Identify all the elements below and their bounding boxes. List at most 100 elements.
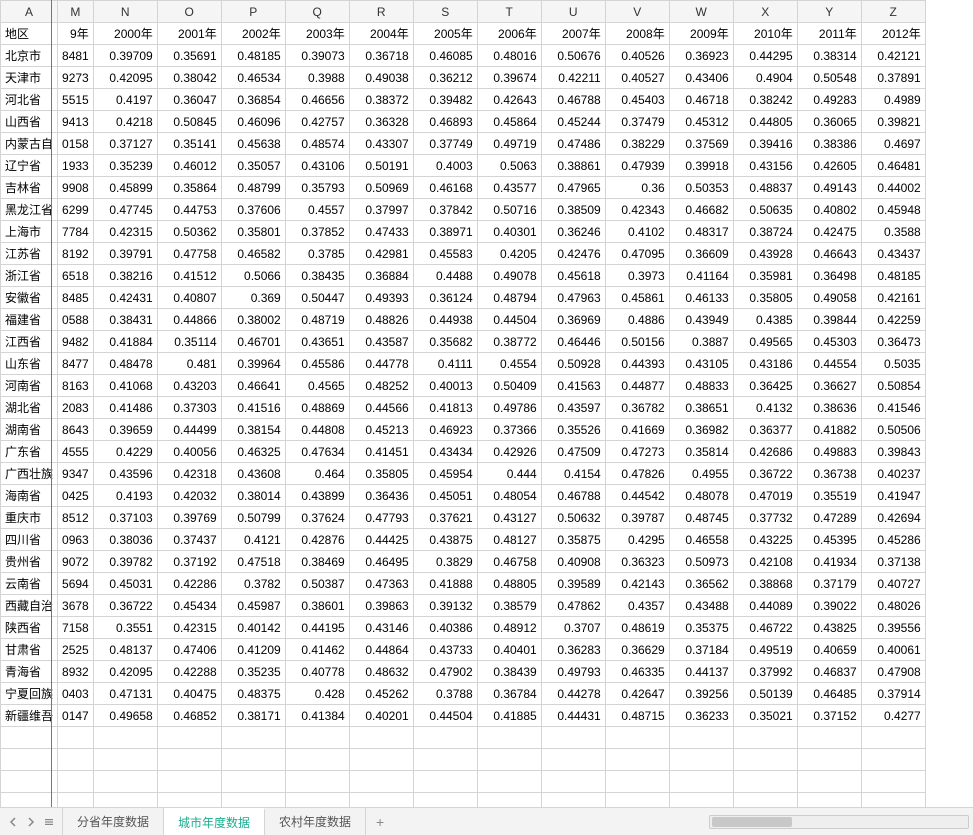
data-cell[interactable]: 0.40802 <box>797 199 861 221</box>
data-cell[interactable]: 0.4205 <box>477 243 541 265</box>
data-cell[interactable]: 0.36722 <box>733 463 797 485</box>
data-cell[interactable]: 0.45244 <box>541 111 605 133</box>
region-cell[interactable]: 北京市 <box>1 45 58 67</box>
empty-cell[interactable] <box>58 771 94 793</box>
header-cell-year[interactable]: 2010年 <box>733 23 797 45</box>
data-cell[interactable]: 0.45583 <box>413 243 477 265</box>
data-cell[interactable]: 0.37606 <box>221 199 285 221</box>
data-cell[interactable]: 0.43406 <box>669 67 733 89</box>
data-cell[interactable]: 0.46558 <box>669 529 733 551</box>
data-cell[interactable]: 0.44554 <box>797 353 861 375</box>
data-cell[interactable]: 0.46096 <box>221 111 285 133</box>
empty-cell[interactable] <box>285 749 349 771</box>
data-cell[interactable]: 0.41885 <box>477 705 541 727</box>
data-cell[interactable]: 0.50676 <box>541 45 605 67</box>
data-cell[interactable]: 0.4385 <box>733 309 797 331</box>
empty-cell[interactable] <box>349 793 413 808</box>
data-cell[interactable]: 0.38651 <box>669 397 733 419</box>
data-cell[interactable]: 0.3785 <box>285 243 349 265</box>
data-cell[interactable]: 0.39659 <box>93 419 157 441</box>
data-cell[interactable]: 0.3829 <box>413 551 477 573</box>
data-cell[interactable]: 0.35691 <box>157 45 221 67</box>
data-cell[interactable]: 0.46085 <box>413 45 477 67</box>
data-cell[interactable]: 0.42686 <box>733 441 797 463</box>
empty-cell[interactable] <box>733 749 797 771</box>
data-cell[interactable]: 0.40659 <box>797 639 861 661</box>
data-cell[interactable]: 0.36782 <box>605 397 669 419</box>
data-cell[interactable]: 0.36124 <box>413 287 477 309</box>
data-cell[interactable]: 0.47826 <box>605 463 669 485</box>
data-cell[interactable]: 0.41813 <box>413 397 477 419</box>
data-cell[interactable]: 0.39674 <box>477 67 541 89</box>
data-cell[interactable]: 0.38386 <box>797 133 861 155</box>
data-cell[interactable]: 0.47433 <box>349 221 413 243</box>
data-cell[interactable]: 0.44393 <box>605 353 669 375</box>
data-cell[interactable]: 0.37992 <box>733 661 797 683</box>
data-cell[interactable]: 0.47509 <box>541 441 605 463</box>
data-cell[interactable]: 0.36212 <box>413 67 477 89</box>
data-cell[interactable]: 0.46837 <box>797 661 861 683</box>
data-cell[interactable]: 0.41384 <box>285 705 349 727</box>
data-cell[interactable]: 0.42643 <box>477 89 541 111</box>
data-cell[interactable]: 0.3707 <box>541 617 605 639</box>
data-cell[interactable]: 0.4989 <box>861 89 925 111</box>
data-cell[interactable]: 0.42161 <box>861 287 925 309</box>
data-cell[interactable]: 0.37437 <box>157 529 221 551</box>
data-cell[interactable]: 0.43733 <box>413 639 477 661</box>
data-cell[interactable]: 0.39556 <box>861 617 925 639</box>
data-cell[interactable]: 0.369 <box>221 287 285 309</box>
region-cell[interactable]: 吉林省 <box>1 177 58 199</box>
empty-cell[interactable] <box>605 793 669 808</box>
header-cell-region[interactable]: 地区 <box>1 23 58 45</box>
empty-cell[interactable] <box>797 771 861 793</box>
column-header[interactable]: X <box>733 1 797 23</box>
data-cell[interactable]: 0.36 <box>605 177 669 199</box>
data-cell[interactable]: 0.42032 <box>157 485 221 507</box>
empty-cell[interactable] <box>541 727 605 749</box>
data-cell[interactable]: 0.43949 <box>669 309 733 331</box>
data-cell[interactable]: 0.47406 <box>157 639 221 661</box>
column-header[interactable]: T <box>477 1 541 23</box>
tab-nav-prev[interactable] <box>6 815 20 829</box>
data-cell[interactable]: 0.42121 <box>861 45 925 67</box>
empty-cell[interactable] <box>605 727 669 749</box>
data-cell[interactable]: 0.41884 <box>93 331 157 353</box>
data-cell[interactable]: 0.47363 <box>349 573 413 595</box>
data-cell[interactable]: 0.46012 <box>157 155 221 177</box>
data-cell[interactable]: 0.42926 <box>477 441 541 463</box>
data-cell[interactable]: 0.36246 <box>541 221 605 243</box>
data-cell[interactable]: 0.37891 <box>861 67 925 89</box>
data-cell[interactable]: 8163 <box>58 375 94 397</box>
data-cell[interactable]: 0.44295 <box>733 45 797 67</box>
data-cell[interactable]: 0588 <box>58 309 94 331</box>
empty-cell[interactable] <box>157 771 221 793</box>
data-cell[interactable]: 0.40778 <box>285 661 349 683</box>
empty-cell[interactable] <box>413 749 477 771</box>
data-cell[interactable]: 8485 <box>58 287 94 309</box>
data-cell[interactable]: 8481 <box>58 45 94 67</box>
data-cell[interactable]: 0.43596 <box>93 463 157 485</box>
data-cell[interactable]: 0.41512 <box>157 265 221 287</box>
data-cell[interactable]: 0.46852 <box>157 705 221 727</box>
data-cell[interactable]: 0.44089 <box>733 595 797 617</box>
data-cell[interactable]: 0.46168 <box>413 177 477 199</box>
data-cell[interactable]: 0.3788 <box>413 683 477 705</box>
empty-cell[interactable] <box>157 727 221 749</box>
data-cell[interactable]: 0.4102 <box>605 221 669 243</box>
region-cell[interactable]: 辽宁省 <box>1 155 58 177</box>
empty-cell[interactable] <box>733 727 797 749</box>
data-cell[interactable]: 0.47902 <box>413 661 477 683</box>
data-cell[interactable]: 0.42259 <box>861 309 925 331</box>
empty-cell[interactable] <box>285 793 349 808</box>
data-cell[interactable]: 0.36982 <box>669 419 733 441</box>
data-cell[interactable]: 0.46495 <box>349 551 413 573</box>
data-cell[interactable]: 8512 <box>58 507 94 529</box>
empty-cell[interactable] <box>477 771 541 793</box>
header-cell-year[interactable]: 2003年 <box>285 23 349 45</box>
header-cell-year[interactable]: 2008年 <box>605 23 669 45</box>
data-cell[interactable]: 0.38861 <box>541 155 605 177</box>
data-cell[interactable]: 0.44866 <box>157 309 221 331</box>
data-cell[interactable]: 0.39918 <box>669 155 733 177</box>
data-cell[interactable]: 0.39073 <box>285 45 349 67</box>
empty-cell[interactable] <box>93 727 157 749</box>
